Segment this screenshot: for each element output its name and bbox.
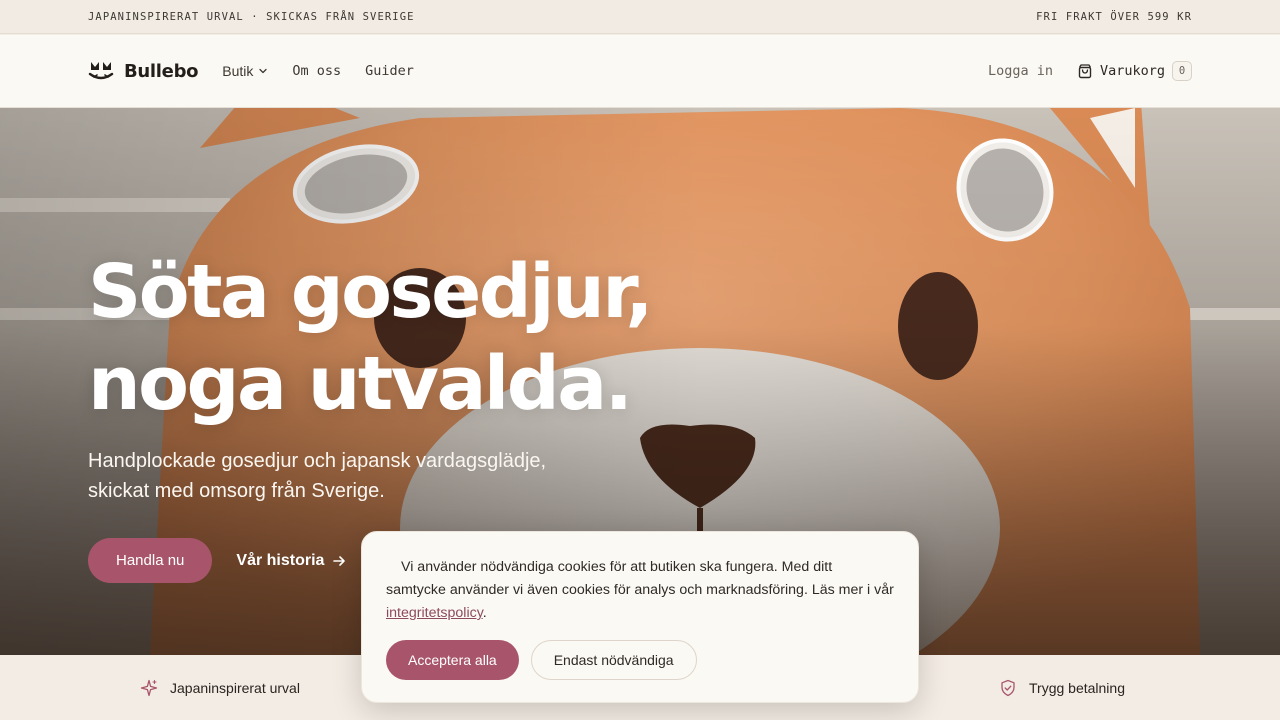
cat-logo-icon	[88, 62, 114, 80]
cookie-text-end: .	[482, 605, 487, 621]
shop-now-button[interactable]: Handla nu	[88, 538, 213, 583]
announcement-right: FRI FRAKT ÖVER 599 KR	[1036, 10, 1192, 23]
nav-item-label: Butik	[222, 63, 254, 79]
sparkle-icon	[140, 679, 158, 696]
trust-label: Japaninspirerat urval	[170, 679, 300, 696]
announcement-bar: JAPANINSPIRERAT URVAL · SKICKAS FRÅN SVE…	[0, 0, 1280, 34]
login-link[interactable]: Logga in	[988, 63, 1053, 79]
cart-count-badge: 0	[1172, 61, 1192, 81]
trust-item-selection: Japaninspirerat urval	[140, 655, 300, 720]
cookie-message: Vi använder nödvändiga cookies för att b…	[386, 556, 894, 625]
hero-subtitle-line: skickat med omsorg från Sverige.	[88, 480, 385, 502]
hero-subtitle: Handplockade gosedjur och japansk vardag…	[88, 446, 608, 506]
announcement-left: JAPANINSPIRERAT URVAL · SKICKAS FRÅN SVE…	[88, 10, 415, 23]
hero-title-line: noga utvalda.	[88, 341, 633, 427]
nav-item-label: Om oss	[292, 63, 342, 79]
our-story-link[interactable]: Vår historia	[236, 552, 346, 570]
essential-only-button[interactable]: Endast nödvändiga	[530, 640, 697, 680]
hero-subtitle-line: Handplockade gosedjur och japansk vardag…	[88, 450, 547, 472]
cookie-text: Vi använder nödvändiga cookies för att b…	[386, 559, 894, 598]
shield-check-icon	[1001, 679, 1015, 696]
cookie-banner: Vi använder nödvändiga cookies för att b…	[361, 531, 919, 703]
cart-button[interactable]: Varukorg 0	[1077, 61, 1192, 81]
nav-item-label: Guider	[365, 63, 414, 79]
chevron-down-icon	[259, 68, 268, 74]
hero-actions: Handla nu Vår historia	[88, 538, 346, 583]
nav-item-butik[interactable]: Butik	[222, 63, 268, 79]
trust-item-payment: Trygg betalning	[999, 655, 1125, 720]
main-nav: Butik Om oss Guider	[222, 63, 414, 79]
hero-title-line: Söta gosedjur,	[88, 249, 654, 335]
nav-item-om-oss[interactable]: Om oss	[292, 63, 341, 79]
arrow-right-icon	[333, 555, 346, 566]
logo[interactable]: Bullebo	[88, 60, 199, 82]
privacy-policy-link[interactable]: integritetspolicy	[386, 605, 483, 621]
hero-title: Söta gosedjur, noga utvalda.	[88, 246, 654, 430]
trust-label: Trygg betalning	[1029, 679, 1125, 696]
our-story-label: Vår historia	[236, 551, 325, 569]
cookie-actions: Acceptera alla Endast nödvändiga	[386, 640, 697, 680]
cart-label: Varukorg	[1099, 63, 1165, 79]
accept-all-button[interactable]: Acceptera alla	[386, 640, 519, 680]
site-header: Bullebo Butik Om oss Guider Logga in Var…	[0, 35, 1280, 108]
shopping-bag-icon	[1078, 64, 1092, 79]
brand-name: Bullebo	[124, 60, 199, 82]
header-actions: Logga in Varukorg 0	[988, 61, 1192, 81]
nav-item-guider[interactable]: Guider	[365, 63, 414, 79]
